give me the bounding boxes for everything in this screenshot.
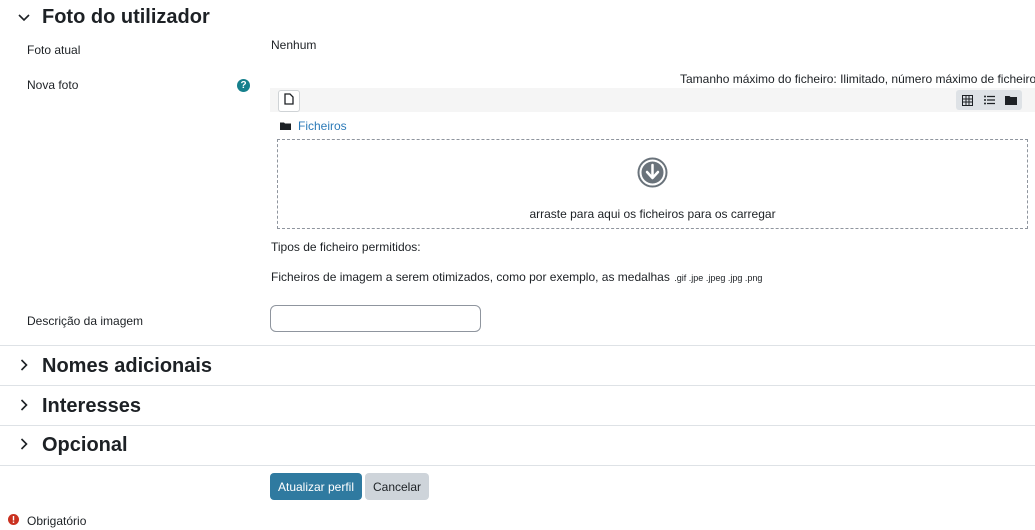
allowed-types-label: Tipos de ficheiro permitidos: [271, 240, 421, 254]
folder-view-icon[interactable] [1000, 90, 1022, 110]
chevron-right-icon [14, 358, 34, 376]
allowed-types-line: Ficheiros de imagem a serem otimizados, … [271, 268, 762, 286]
filemanager-toolbar [270, 88, 1035, 112]
section-opcional-header[interactable]: Opcional [14, 434, 128, 457]
section-title: Opcional [42, 434, 128, 456]
divider [0, 465, 1035, 466]
download-arrow-icon [637, 157, 668, 193]
divider [0, 425, 1035, 426]
image-desc-input[interactable] [270, 305, 481, 332]
grid-view-icon[interactable] [956, 90, 978, 110]
current-photo-value: Nenhum [271, 38, 317, 52]
update-profile-button[interactable]: Atualizar perfil [270, 473, 362, 500]
divider [0, 345, 1035, 346]
section-title: Nomes adicionais [42, 355, 213, 377]
view-mode-switcher [956, 90, 1022, 110]
file-dropzone[interactable]: arraste para aqui os ficheiros para os c… [277, 139, 1028, 229]
breadcrumb-link-ficheiros[interactable]: Ficheiros [298, 119, 347, 133]
question-circle-icon[interactable]: ? [237, 79, 250, 92]
required-legend: Obrigatório [8, 512, 86, 530]
list-view-icon[interactable] [978, 90, 1000, 110]
exclamation-circle-icon [8, 512, 19, 530]
cancel-button[interactable]: Cancelar [365, 473, 429, 500]
section-foto-header[interactable]: Foto do utilizador [14, 6, 210, 29]
max-size-text: Tamanho máximo do ficheiro: Ilimitado, n… [680, 72, 1035, 86]
breadcrumb: Ficheiros [280, 117, 347, 135]
section-nomes-header[interactable]: Nomes adicionais [14, 355, 212, 378]
allowed-types-desc: Ficheiros de imagem a serem otimizados, … [271, 270, 670, 284]
current-photo-label: Foto atual [27, 43, 81, 57]
file-icon [284, 92, 294, 110]
allowed-types-ext: .gif .jpe .jpeg .jpg .png [674, 273, 763, 283]
folder-icon [280, 117, 291, 135]
new-photo-label: Nova foto [27, 78, 79, 92]
chevron-right-icon [14, 437, 34, 455]
image-desc-label: Descrição da imagem [27, 314, 144, 328]
add-file-button[interactable] [278, 90, 300, 112]
divider [0, 385, 1035, 386]
section-title: Foto do utilizador [42, 6, 210, 28]
dropzone-text: arraste para aqui os ficheiros para os c… [529, 207, 776, 221]
section-title: Interesses [42, 395, 141, 417]
chevron-down-icon [14, 9, 34, 27]
chevron-right-icon [14, 398, 34, 416]
section-interesses-header[interactable]: Interesses [14, 395, 141, 418]
